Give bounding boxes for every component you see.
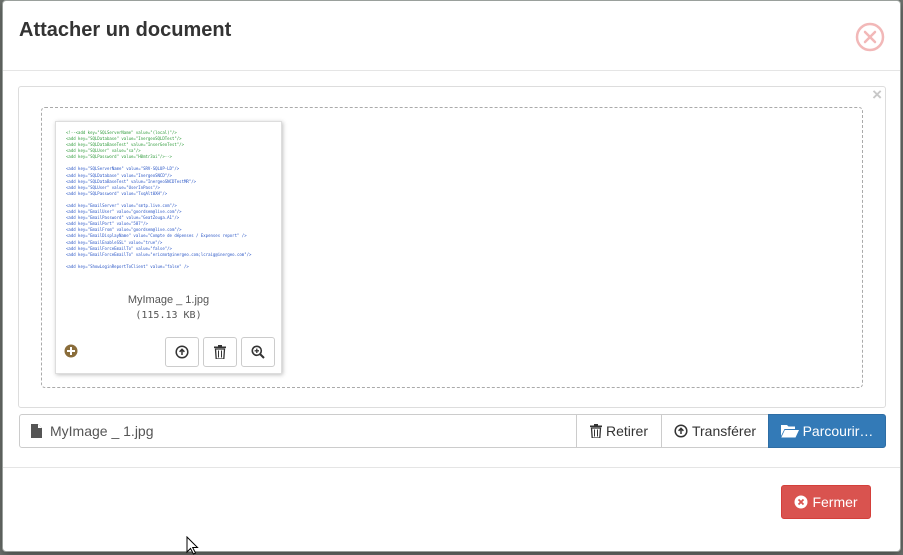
browse-button-label: Parcourir… bbox=[802, 423, 874, 439]
file-caption-field[interactable]: MyImage _ 1.jpg bbox=[19, 414, 577, 448]
delete-file-button[interactable] bbox=[203, 337, 237, 367]
close-modal-button[interactable]: Fermer bbox=[781, 485, 871, 519]
preview-code-line: <add key="ShowLoginReportToClient" value… bbox=[66, 263, 189, 269]
thumbnail-file-name: MyImage _ 1.jpg bbox=[127, 294, 210, 306]
upload-file-button[interactable] bbox=[165, 337, 199, 367]
file-input-group: MyImage _ 1.jpg Retirer Transférer Parco… bbox=[19, 414, 886, 448]
preview-code-line: <add key="EmailForceEmailTo" value="eric… bbox=[66, 251, 252, 257]
preview-code-line: <add key="EmailDisplayName" value="Compt… bbox=[66, 233, 247, 239]
attach-document-modal: Attacher un document × <!--<add key="SQL… bbox=[2, 0, 901, 552]
trash-icon bbox=[214, 345, 226, 359]
transfer-button-label: Transférer bbox=[691, 423, 757, 439]
trash-icon bbox=[589, 424, 602, 438]
file-preview-panel: × <!--<add key="SQLServerName" value="(l… bbox=[18, 85, 886, 408]
zoom-in-icon bbox=[251, 345, 265, 359]
close-modal-button-label: Fermer bbox=[812, 494, 858, 510]
modal-title: Attacher un document bbox=[19, 19, 232, 41]
folder-open-icon bbox=[780, 425, 799, 438]
file-icon bbox=[31, 424, 42, 438]
modal-header: Attacher un document bbox=[3, 1, 900, 71]
zoom-file-button[interactable] bbox=[241, 337, 275, 367]
plus-circle-icon bbox=[64, 344, 78, 358]
upload-circle-icon bbox=[674, 424, 688, 438]
thumbnail-file-size: (115.13 KB) bbox=[135, 310, 202, 321]
modal-footer: Fermer bbox=[3, 467, 900, 553]
file-caption-text: MyImage _ 1.jpg bbox=[50, 423, 154, 439]
remove-button[interactable]: Retirer bbox=[576, 414, 662, 448]
close-circle-icon[interactable] bbox=[854, 21, 886, 53]
browse-button[interactable]: Parcourir… bbox=[768, 414, 886, 448]
transfer-button[interactable]: Transférer bbox=[661, 414, 769, 448]
clear-preview-icon[interactable]: × bbox=[872, 85, 882, 105]
circle-x-icon bbox=[794, 495, 808, 509]
upload-circle-icon bbox=[175, 345, 189, 359]
drop-zone[interactable]: <!--<add key="SQLServerName" value="(loc… bbox=[41, 107, 863, 388]
mouse-pointer-icon bbox=[186, 536, 199, 555]
file-thumbnail-card: <!--<add key="SQLServerName" value="(loc… bbox=[55, 121, 282, 374]
remove-button-label: Retirer bbox=[605, 423, 648, 439]
image-preview: <!--<add key="SQLServerName" value="(loc… bbox=[66, 130, 273, 280]
